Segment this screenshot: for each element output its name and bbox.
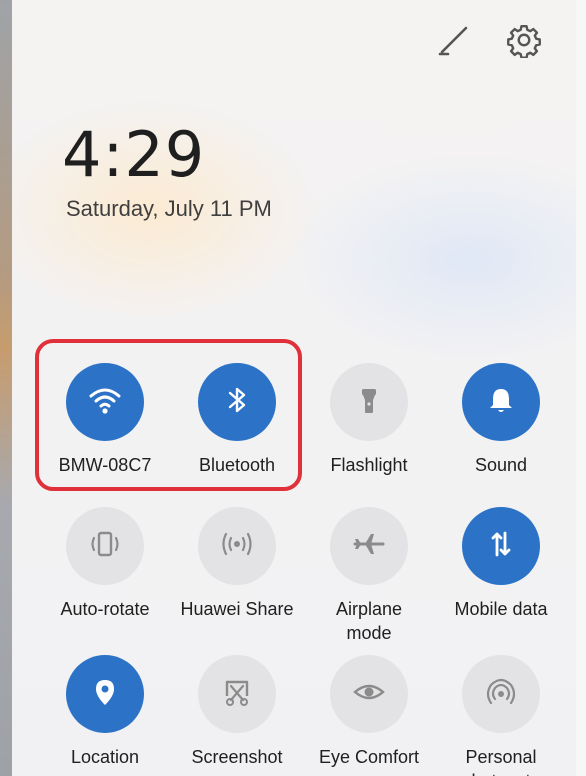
auto-rotate-icon [87, 526, 123, 567]
tile-sound[interactable]: Sound [441, 363, 561, 477]
tile-flashlight[interactable]: Flashlight [309, 363, 429, 477]
screenshot-toggle[interactable] [198, 655, 276, 733]
wifi-icon [87, 382, 123, 423]
airplane-toggle[interactable] [330, 507, 408, 585]
tile-label: Huawei Share [180, 599, 294, 619]
tile-mobile-data[interactable]: Mobile data [441, 507, 561, 621]
tile-personal-hotspot[interactable]: Personal hotspot [441, 655, 561, 776]
flashlight-icon [352, 383, 386, 422]
eye-comfort-toggle[interactable] [330, 655, 408, 733]
tile-label: Mobile data [454, 599, 548, 619]
tile-label: Sound [474, 455, 528, 475]
tile-airplane-mode[interactable]: Airplane mode [309, 507, 429, 645]
huawei-share-icon [218, 525, 256, 568]
flashlight-toggle[interactable] [330, 363, 408, 441]
bell-icon [484, 383, 518, 422]
clock-date: Saturday, July 11 PM [66, 196, 272, 221]
airplane-icon [351, 526, 387, 567]
tile-label: Flashlight [330, 455, 408, 475]
tile-wifi[interactable]: BMW-08C7 [45, 363, 165, 477]
right-edge [576, 0, 586, 776]
tile-eye-comfort[interactable]: Eye Comfort [309, 655, 429, 769]
bluetooth-toggle[interactable] [198, 363, 276, 441]
tile-label: Auto-rotate [60, 599, 150, 619]
eye-icon [351, 674, 387, 715]
tile-label: BMW-08C7 [58, 455, 152, 475]
tile-label: Location [70, 747, 140, 767]
location-icon [88, 675, 122, 714]
screenshot-icon [219, 674, 255, 715]
auto-rotate-toggle[interactable] [66, 507, 144, 585]
mobile-data-icon [484, 527, 518, 566]
quick-settings-panel: 4:29 Saturday, July 11 PM BMW-08C7 Bluet… [0, 0, 586, 776]
tile-label: Personal hotspot [465, 747, 537, 776]
pencil-icon[interactable] [436, 22, 472, 58]
tile-auto-rotate[interactable]: Auto-rotate [45, 507, 165, 621]
sound-toggle[interactable] [462, 363, 540, 441]
tile-location[interactable]: Location [45, 655, 165, 769]
mobile-data-toggle[interactable] [462, 507, 540, 585]
location-toggle[interactable] [66, 655, 144, 733]
gear-icon[interactable] [506, 22, 542, 58]
left-edge [0, 0, 12, 776]
tile-label: Bluetooth [198, 455, 276, 475]
tile-huawei-share[interactable]: Huawei Share [177, 507, 297, 621]
tile-label: Eye Comfort [318, 747, 420, 767]
tile-bluetooth[interactable]: Bluetooth [177, 363, 297, 477]
hotspot-toggle[interactable] [462, 655, 540, 733]
hotspot-icon [483, 674, 519, 715]
tile-label: Screenshot [191, 747, 283, 767]
clock-time: 4:29 [62, 118, 206, 191]
bluetooth-icon [220, 383, 254, 422]
huawei-share-toggle[interactable] [198, 507, 276, 585]
tile-screenshot[interactable]: Screenshot [177, 655, 297, 769]
wifi-toggle[interactable] [66, 363, 144, 441]
tile-label: Airplane mode [335, 599, 403, 643]
